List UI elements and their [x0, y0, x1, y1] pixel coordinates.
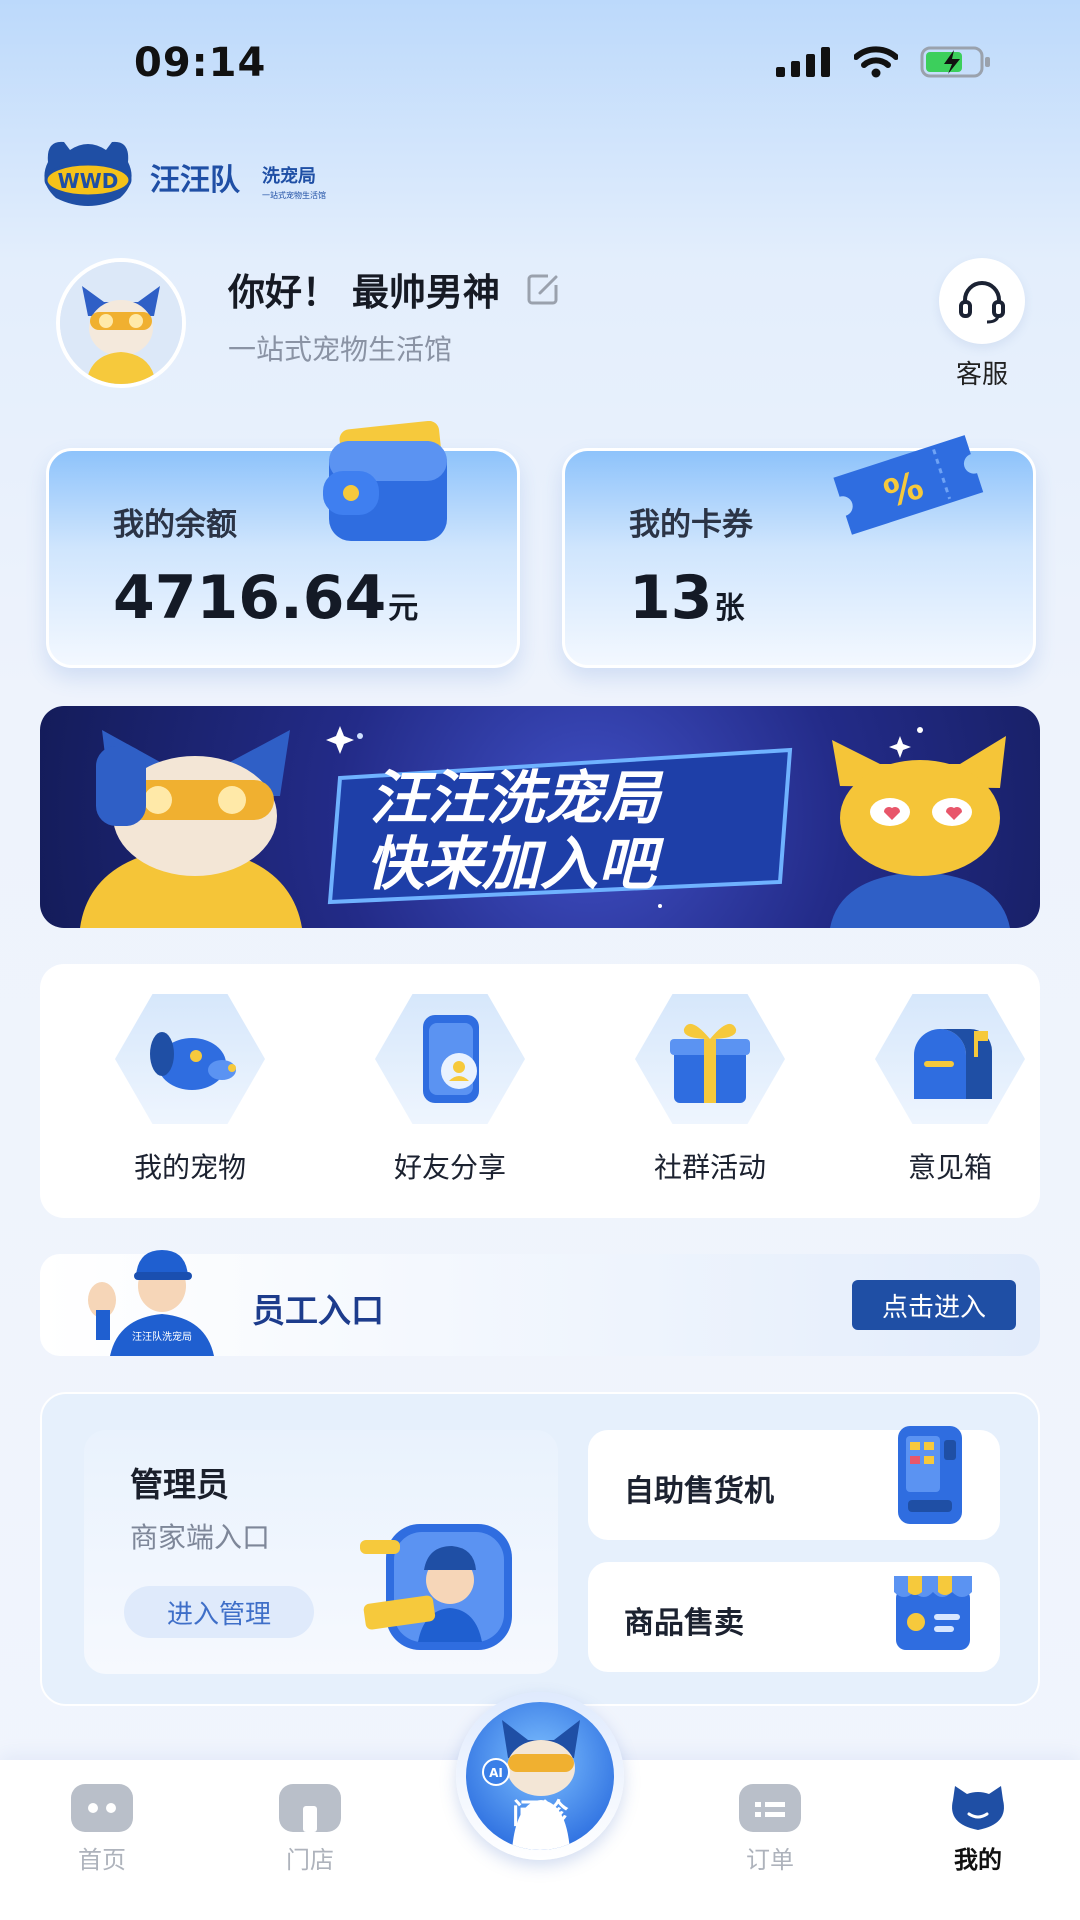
balance-card[interactable]: 我的余额 4716.64元 — [46, 421, 520, 668]
status-icons — [776, 46, 992, 78]
staff-entry-label: 员工入口 — [252, 1291, 384, 1330]
svg-text:洗宠局: 洗宠局 — [262, 165, 316, 187]
ai-consult-button[interactable]: AI 问诊 — [456, 1692, 624, 1860]
avatar[interactable] — [56, 258, 186, 388]
staff-shirt-text: 汪汪队洗宠局 — [132, 1330, 192, 1343]
feature-suggestion-box[interactable]: 意见箱 — [870, 994, 1030, 1186]
greeting-text: 你好！ 最帅男神 — [228, 271, 500, 314]
tab-store[interactable]: 门店 — [250, 1784, 370, 1875]
profile-subtitle: 一站式宠物生活馆 — [228, 333, 453, 366]
svg-text:汪汪队: 汪汪队 — [150, 163, 241, 198]
feature-label: 我的宠物 — [133, 1151, 246, 1184]
phone-share-icon — [375, 994, 525, 1124]
staff-avatar: 汪汪队洗宠局 — [88, 1250, 214, 1356]
brand-logo: WWD 汪汪队 洗宠局 一站式宠物生活馆 — [40, 132, 350, 212]
tab-home[interactable]: 首页 — [42, 1784, 162, 1875]
feature-my-pets[interactable]: 我的宠物 — [90, 994, 290, 1186]
merchant-staff-icon — [360, 1524, 512, 1650]
mailbox-icon — [875, 994, 1025, 1124]
shop-stall-icon — [894, 1576, 972, 1650]
coupon-unit: 张 — [714, 591, 745, 626]
feature-friend-share[interactable]: 好友分享 — [350, 994, 550, 1186]
tab-orders[interactable]: 订单 — [710, 1784, 830, 1875]
coupon-title: 我的卡券 — [629, 507, 753, 543]
balance-value: 4716.64元 — [113, 563, 418, 633]
feature-label: 社群活动 — [653, 1151, 766, 1184]
coupon-value: 13张 — [629, 563, 745, 633]
svg-text:WWD: WWD — [58, 169, 119, 193]
dog-icon — [115, 994, 265, 1124]
balance-title: 我的余额 — [113, 507, 237, 543]
feature-label: 好友分享 — [393, 1151, 506, 1184]
admin-subtitle: 商家端入口 — [130, 1521, 271, 1554]
consult-label: 问诊 — [511, 1797, 568, 1830]
ai-doctor-icon: AI 问诊 — [466, 1702, 614, 1850]
balance-unit: 元 — [388, 591, 419, 626]
headset-icon — [939, 258, 1025, 344]
gift-icon — [635, 994, 785, 1124]
signal-icon — [776, 47, 830, 77]
tab-mine[interactable]: 我的 — [918, 1784, 1038, 1875]
coupon-card[interactable]: 我的卡券 13张 % — [562, 435, 1036, 668]
goods-sale-card[interactable]: 商品售卖 — [588, 1562, 1000, 1672]
feature-grid: 我的宠物 好友分享 社群活动 意见箱 — [40, 964, 1040, 1218]
balance-amount: 4716.64 — [113, 563, 387, 633]
status-time: 09:14 — [134, 40, 267, 86]
admin-card[interactable]: 管理员 商家端入口 进入管理 — [84, 1430, 558, 1674]
tab-label: 首页 — [78, 1846, 126, 1874]
feature-community-events[interactable]: 社群活动 — [610, 994, 810, 1186]
coupon-count: 13 — [629, 563, 713, 633]
promo-banner[interactable]: 汪汪洗宠局 快来加入吧 — [40, 706, 1040, 928]
customer-service-button[interactable]: 客服 — [932, 258, 1032, 391]
vending-label: 自助售货机 — [624, 1474, 774, 1509]
staff-entry[interactable]: 汪汪队洗宠局 员工入口 点击进入 — [40, 1250, 1040, 1356]
wallet-icon — [323, 421, 447, 541]
greeting: 你好！ 最帅男神 — [228, 262, 560, 316]
vending-machine-icon — [898, 1426, 962, 1524]
banner-line2: 快来加入吧 — [366, 830, 665, 898]
goods-label: 商品售卖 — [624, 1606, 744, 1641]
banner-art: 汪汪洗宠局 快来加入吧 — [80, 726, 1010, 928]
tab-label: 我的 — [954, 1846, 1002, 1874]
ticket-icon: % — [833, 435, 984, 535]
orders-icon — [739, 1784, 801, 1832]
feature-label: 意见箱 — [907, 1151, 992, 1184]
edit-icon[interactable] — [526, 272, 560, 306]
bottom-tab-bar: 首页 门店 AI 问诊 订单 我的 — [0, 1692, 1080, 1920]
banner-line1: 汪汪洗宠局 — [370, 764, 664, 832]
ai-badge: AI — [489, 1766, 503, 1780]
wifi-icon — [854, 46, 898, 78]
admin-title: 管理员 — [130, 1465, 229, 1504]
enter-admin-button[interactable]: 进入管理 — [124, 1586, 314, 1638]
profile-icon — [947, 1784, 1009, 1832]
svg-text:一站式宠物生活馆: 一站式宠物生活馆 — [262, 190, 326, 200]
home-icon — [71, 1784, 133, 1832]
staff-enter-button[interactable]: 点击进入 — [852, 1280, 1016, 1330]
battery-charging-icon — [920, 46, 990, 78]
vending-machine-card[interactable]: 自助售货机 — [588, 1426, 1000, 1540]
service-label: 客服 — [955, 360, 1008, 390]
tab-label: 门店 — [286, 1846, 334, 1874]
store-icon — [279, 1784, 341, 1832]
merchant-panel: 管理员 商家端入口 进入管理 自助售货机 商品售卖 — [40, 1392, 1040, 1706]
tab-label: 订单 — [746, 1846, 794, 1874]
